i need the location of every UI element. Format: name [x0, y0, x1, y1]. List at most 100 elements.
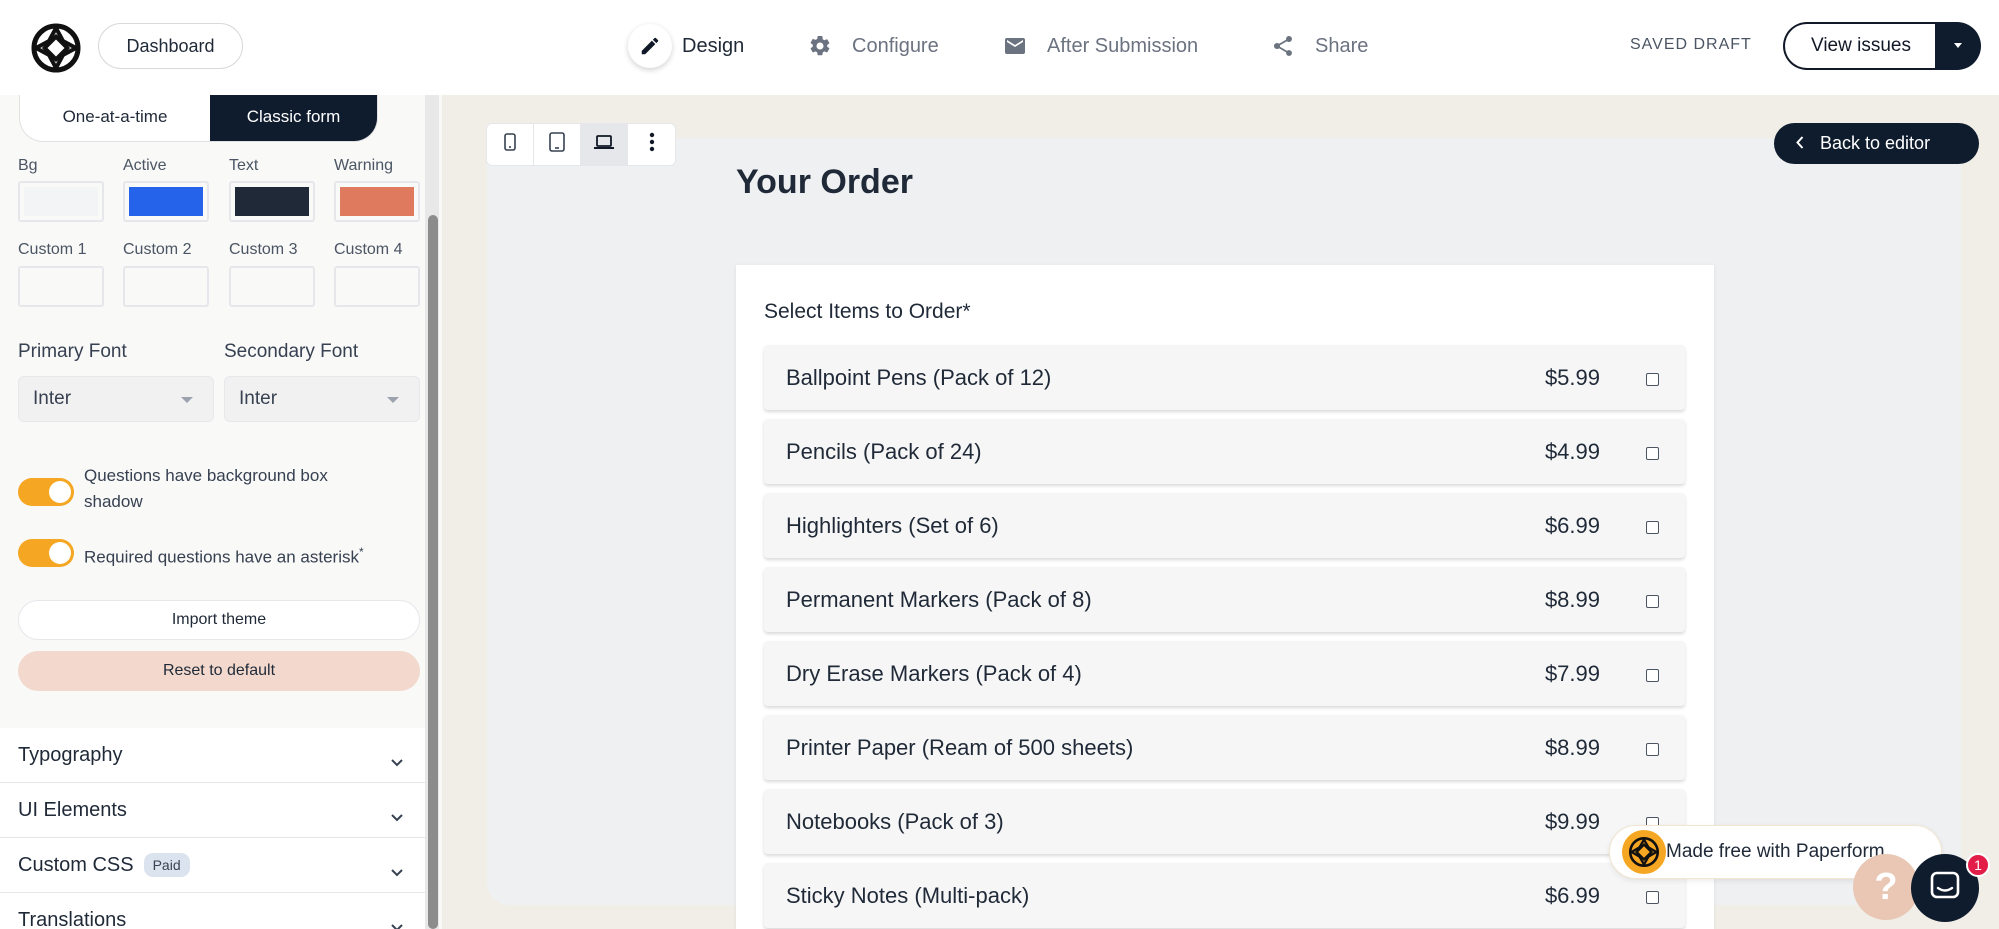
back-to-editor-button[interactable]: Back to editor: [1774, 123, 1979, 164]
item-price: $6.99: [1544, 513, 1600, 538]
reset-to-default-button[interactable]: Reset to default: [18, 651, 420, 691]
accordion-ui-elements-label: UI Elements: [18, 798, 127, 821]
list-item[interactable]: Notebooks (Pack of 3) $9.99: [764, 789, 1685, 854]
share-icon: [1261, 24, 1305, 68]
item-name: Dry Erase Markers (Pack of 4): [786, 661, 1082, 686]
list-item[interactable]: Printer Paper (Ream of 500 sheets) $8.99: [764, 715, 1685, 780]
primary-font-value: Inter: [33, 388, 72, 409]
device-toolbar: [486, 123, 676, 166]
accordion-typography-label: Typography: [18, 743, 123, 766]
layout-option-classic-form[interactable]: Classic form: [210, 95, 377, 141]
more-options-button[interactable]: [628, 124, 675, 165]
item-price: $9.99: [1544, 809, 1600, 834]
box-shadow-toggle[interactable]: [18, 478, 74, 506]
list-item[interactable]: Dry Erase Markers (Pack of 4) $7.99: [764, 641, 1685, 706]
accordion-custom-css-label: Custom CSS: [18, 853, 134, 876]
secondary-font-value: Inter: [239, 388, 278, 409]
color-label-bg: Bg: [18, 157, 38, 174]
list-item[interactable]: Sticky Notes (Multi-pack) $6.99: [764, 863, 1685, 928]
chevron-left-icon: [1796, 133, 1804, 154]
back-to-editor-label: Back to editor: [1820, 133, 1931, 153]
import-theme-button[interactable]: Import theme: [18, 600, 420, 640]
accordion-translations[interactable]: Translations: [0, 893, 425, 929]
sidebar-scrollbar-thumb[interactable]: [428, 215, 438, 929]
item-checkbox[interactable]: [1646, 595, 1659, 608]
paperform-logo-icon[interactable]: [30, 22, 82, 74]
tab-share-label: Share: [1315, 34, 1369, 57]
accordion-translations-label: Translations: [18, 908, 127, 929]
item-checkbox[interactable]: [1646, 521, 1659, 534]
color-label-warning: Warning: [334, 157, 393, 174]
dashboard-button[interactable]: Dashboard: [98, 23, 243, 69]
color-label-custom-1: Custom 1: [18, 241, 87, 258]
mobile-view-button[interactable]: [487, 124, 534, 165]
more-vertical-icon: [649, 132, 655, 157]
asterisk-mark: *: [359, 545, 364, 559]
tab-design-label: Design: [682, 34, 745, 57]
list-item[interactable]: Ballpoint Pens (Pack of 12) $5.99: [764, 345, 1685, 410]
color-swatch-text[interactable]: [229, 181, 315, 222]
item-checkbox[interactable]: [1646, 447, 1659, 460]
tablet-view-button[interactable]: [534, 124, 581, 165]
primary-font-label: Primary Font: [18, 341, 127, 362]
accordion-ui-elements[interactable]: UI Elements: [0, 783, 425, 838]
question-label: Select Items to Order*: [764, 300, 971, 323]
accordion-typography[interactable]: Typography: [0, 728, 425, 783]
list-item[interactable]: Pencils (Pack of 24) $4.99: [764, 419, 1685, 484]
desktop-view-button[interactable]: [581, 124, 628, 165]
item-checkbox[interactable]: [1646, 373, 1659, 386]
color-swatch-bg[interactable]: [18, 181, 104, 222]
tab-share[interactable]: Share: [1261, 23, 1368, 69]
secondary-font-select[interactable]: Inter: [224, 376, 420, 422]
item-name: Notebooks (Pack of 3): [786, 809, 1004, 834]
item-name: Highlighters (Set of 6): [786, 513, 999, 538]
asterisk-toggle-label: Required questions have an asterisk*: [84, 545, 364, 567]
phone-icon: [504, 133, 516, 156]
design-sidebar: One-at-a-time Classic form Bg Active Tex…: [0, 95, 442, 929]
color-label-custom-4: Custom 4: [334, 241, 403, 258]
view-issues-dropdown-button[interactable]: [1935, 22, 1981, 70]
tablet-icon: [549, 132, 565, 157]
item-price: $8.99: [1544, 735, 1600, 760]
gear-icon: [798, 24, 842, 68]
color-label-text: Text: [229, 157, 259, 174]
caret-down-icon: [1952, 37, 1964, 55]
item-checkbox[interactable]: [1646, 891, 1659, 904]
paid-badge: Paid: [143, 853, 190, 877]
tab-configure[interactable]: Configure: [798, 23, 939, 69]
color-swatch-custom-1[interactable]: [18, 266, 104, 307]
accordion-custom-css[interactable]: Custom CSS Paid: [0, 838, 425, 893]
chevron-down-icon: [391, 805, 403, 828]
item-name: Sticky Notes (Multi-pack): [786, 883, 1030, 908]
primary-font-select[interactable]: Inter: [18, 376, 214, 422]
laptop-icon: [593, 134, 615, 155]
layout-toggle: One-at-a-time Classic form: [19, 95, 378, 142]
pencil-icon: [628, 24, 672, 68]
item-checkbox[interactable]: [1646, 669, 1659, 682]
layout-option-one-at-a-time[interactable]: One-at-a-time: [20, 95, 210, 141]
list-item[interactable]: Highlighters (Set of 6) $6.99: [764, 493, 1685, 558]
help-button[interactable]: ?: [1853, 854, 1919, 920]
item-name: Pencils (Pack of 24): [786, 439, 982, 464]
item-checkbox[interactable]: [1646, 743, 1659, 756]
item-price: $8.99: [1544, 587, 1600, 612]
color-swatch-custom-2[interactable]: [123, 266, 209, 307]
color-swatch-warning[interactable]: [334, 181, 420, 222]
tab-after-submission[interactable]: After Submission: [993, 23, 1198, 69]
color-swatch-custom-4[interactable]: [334, 266, 420, 307]
item-name: Permanent Markers (Pack of 8): [786, 587, 1092, 612]
list-item[interactable]: Permanent Markers (Pack of 8) $8.99: [764, 567, 1685, 632]
color-swatch-custom-3[interactable]: [229, 266, 315, 307]
item-name: Printer Paper (Ream of 500 sheets): [786, 735, 1134, 760]
item-name: Ballpoint Pens (Pack of 12): [786, 365, 1052, 390]
view-issues-button[interactable]: View issues: [1783, 22, 1937, 70]
color-label-custom-3: Custom 3: [229, 241, 298, 258]
item-price: $7.99: [1544, 661, 1600, 686]
tab-design[interactable]: Design: [628, 23, 744, 69]
color-swatch-active[interactable]: [123, 181, 209, 222]
chevron-down-icon: [391, 915, 403, 929]
asterisk-toggle[interactable]: [18, 539, 74, 567]
chat-bubble-icon: [1929, 870, 1961, 907]
item-price: $4.99: [1544, 439, 1600, 464]
chat-notification-badge: 1: [1966, 853, 1990, 877]
